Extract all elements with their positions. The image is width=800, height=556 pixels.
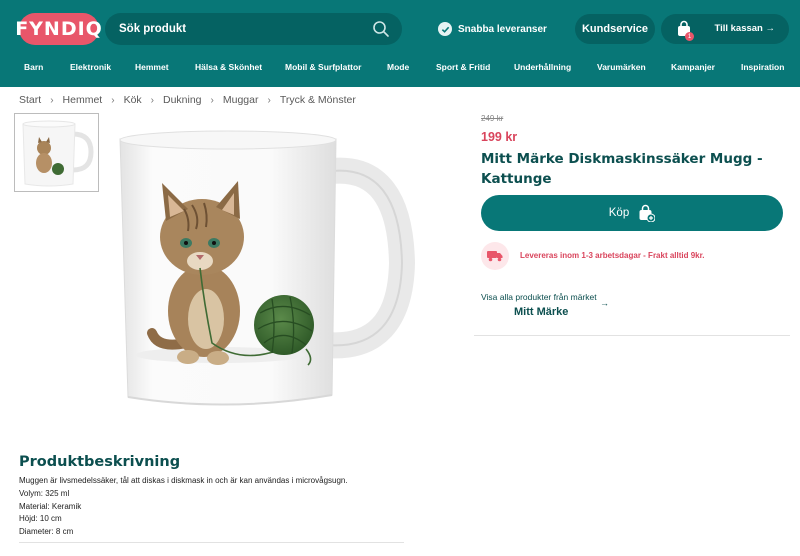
breadcrumb-item-hemmet[interactable]: Hemmet	[63, 94, 103, 106]
chevron-right-icon: ›	[267, 94, 271, 106]
category-nav: Barn Elektronik Hemmet Hälsa & Skönhet M…	[0, 62, 800, 78]
nav-item-inspiration[interactable]: Inspiration	[741, 62, 784, 72]
description-line: Muggen är livsmedelssäker, tål att diska…	[19, 476, 348, 485]
nav-item-barn[interactable]: Barn	[24, 62, 43, 72]
description-line: Material: Keramik	[19, 501, 82, 511]
breadcrumb-item-dukning[interactable]: Dukning	[163, 94, 202, 106]
sale-price: 199 kr	[481, 130, 518, 144]
delivery-truck-badge	[481, 242, 509, 270]
nav-item-underhallning[interactable]: Underhållning	[514, 62, 571, 72]
checkout-label: Till kassan →	[714, 23, 775, 34]
breadcrumb: Start › Hemmet › Kök › Dukning › Muggar …	[19, 94, 356, 106]
nav-item-halsa-skonhet[interactable]: Hälsa & Skönhet	[195, 62, 262, 72]
description-text: Muggen är livsmedelssäker, tål att diska…	[19, 475, 348, 539]
fast-delivery-label: Snabba leveranser	[458, 23, 547, 35]
search-icon[interactable]	[372, 20, 390, 38]
original-price: 249 kr	[481, 114, 504, 123]
fast-delivery-badge: Snabba leveranser	[438, 22, 547, 36]
cart-count-badge: 1	[685, 32, 694, 41]
site-header: FYNDIQ Sök produkt Snabba leveranser Kun…	[0, 0, 800, 87]
fyndiq-logo[interactable]: FYNDIQ	[15, 13, 102, 45]
nav-item-kampanjer[interactable]: Kampanjer	[671, 62, 715, 72]
arrow-right-icon[interactable]: →	[600, 298, 609, 308]
chevron-right-icon: ›	[111, 94, 115, 106]
chevron-right-icon: ›	[210, 94, 214, 106]
delivery-info: Levereras inom 1-3 arbetsdagar - Frakt a…	[520, 251, 705, 260]
nav-item-mode[interactable]: Mode	[387, 62, 409, 72]
breadcrumb-item-kok[interactable]: Kök	[124, 94, 142, 106]
search-input[interactable]: Sök produkt	[105, 13, 402, 45]
buy-button[interactable]: Köp	[481, 195, 783, 231]
buy-label: Köp	[608, 207, 630, 219]
check-icon	[438, 22, 452, 36]
product-title: Mitt Märke Diskmaskinssäker Mugg - Kattu…	[481, 151, 763, 187]
nav-item-elektronik[interactable]: Elektronik	[70, 62, 111, 72]
description-line: Diameter: 8 cm	[19, 527, 74, 537]
checkout-button[interactable]: 1 Till kassan →	[661, 14, 789, 44]
description-line: Höjd: 10 cm	[19, 514, 62, 524]
nav-item-mobil-surfplattor[interactable]: Mobil & Surfplattor	[285, 62, 362, 72]
breadcrumb-item-tryck-monster[interactable]: Tryck & Mönster	[280, 94, 356, 106]
chevron-right-icon: ›	[50, 94, 54, 106]
nav-item-sport-fritid[interactable]: Sport & Fritid	[436, 62, 490, 72]
breadcrumb-item-start[interactable]: Start	[19, 94, 41, 106]
divider	[19, 542, 404, 543]
add-to-bag-icon	[639, 204, 656, 222]
nav-item-hemmet[interactable]: Hemmet	[135, 62, 169, 72]
search-placeholder: Sök produkt	[119, 23, 187, 35]
description-heading: Produktbeskrivning	[19, 454, 181, 470]
brand-name-link[interactable]: Mitt Märke	[514, 306, 568, 318]
description-line: Volym: 325 ml	[19, 488, 70, 498]
breadcrumb-item-muggar[interactable]: Muggar	[223, 94, 259, 106]
chevron-right-icon: ›	[150, 94, 154, 106]
truck-icon	[487, 251, 503, 262]
nav-item-varumarken[interactable]: Varumärken	[597, 62, 646, 72]
brand-products-link[interactable]: Visa alla produkter från märket	[481, 292, 597, 302]
customer-service-button[interactable]: Kundservice	[575, 14, 655, 44]
product-thumbnail[interactable]	[14, 113, 99, 192]
product-main-image[interactable]	[100, 113, 420, 443]
divider	[474, 335, 790, 336]
